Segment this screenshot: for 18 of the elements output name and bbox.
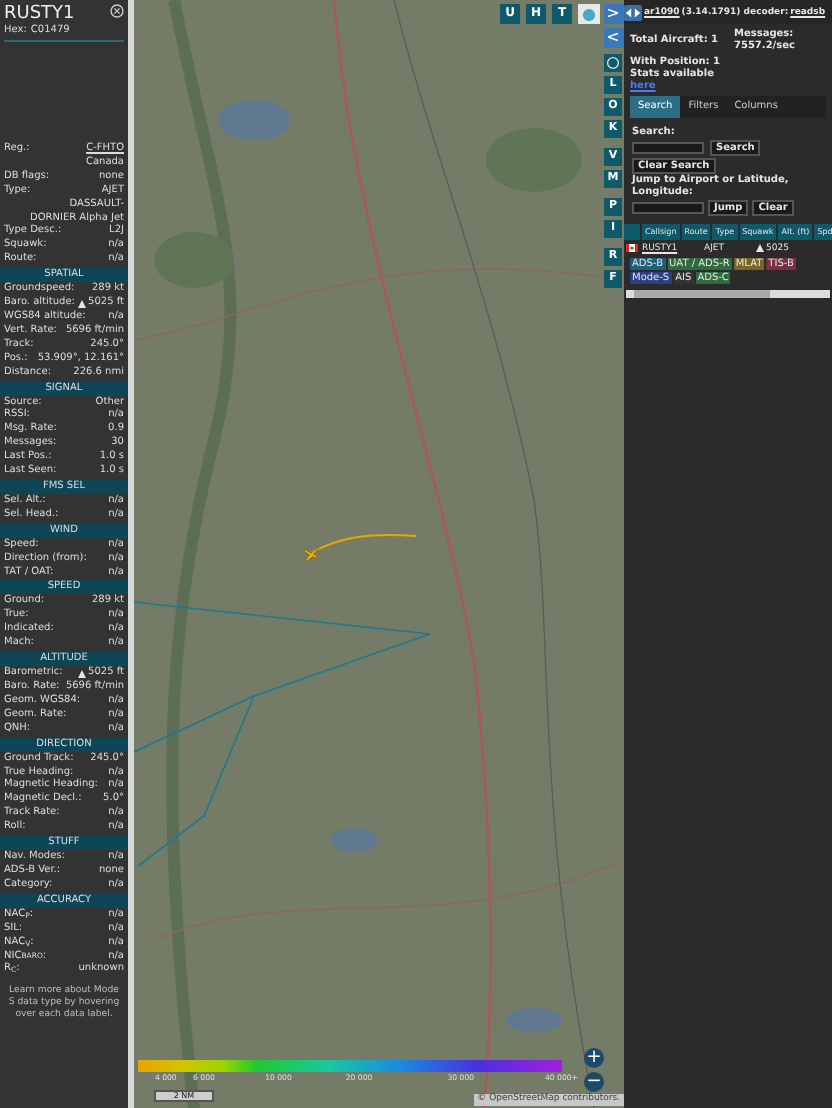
horizontal-scrollbar[interactable] bbox=[626, 290, 830, 298]
flag-icon bbox=[626, 244, 638, 252]
altitude-triangle-icon bbox=[756, 244, 764, 252]
expand-arrows-icon[interactable] bbox=[624, 3, 642, 21]
zoom-out-button[interactable]: − bbox=[584, 1072, 604, 1092]
close-icon[interactable] bbox=[110, 4, 124, 18]
panel-toggle-button[interactable]: < bbox=[603, 28, 623, 48]
search-field[interactable] bbox=[632, 142, 704, 154]
circle-icon bbox=[582, 7, 596, 21]
altitude-triangle-icon bbox=[78, 669, 87, 678]
jump-field[interactable] bbox=[632, 202, 704, 214]
altitude-triangle-icon bbox=[78, 299, 87, 308]
aircraft-icon[interactable] bbox=[302, 544, 320, 562]
zoom-in-button[interactable]: + bbox=[584, 1048, 604, 1068]
aircraft-callsign: RUSTY1 bbox=[4, 4, 75, 24]
layer-toggle-button[interactable] bbox=[578, 4, 600, 24]
settings-icon[interactable] bbox=[604, 54, 622, 72]
panel-toggle-button[interactable]: > bbox=[603, 4, 623, 24]
